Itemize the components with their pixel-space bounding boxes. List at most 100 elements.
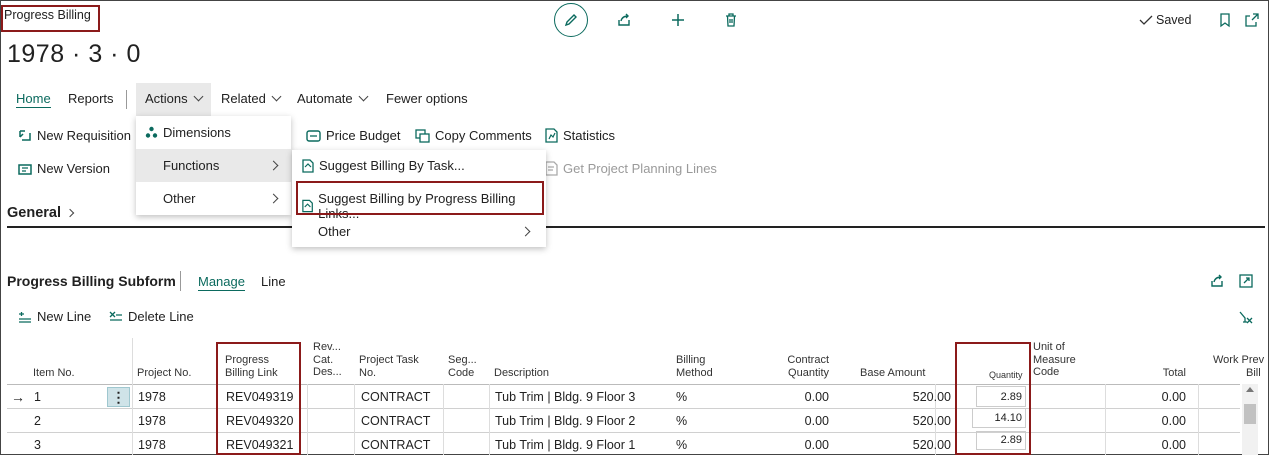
col-header-base-amount[interactable]: Base Amount bbox=[860, 367, 925, 380]
col-header-work-prev[interactable]: Work Prev Bill bbox=[1213, 354, 1269, 379]
saved-status: Saved bbox=[1139, 13, 1191, 27]
tab-home[interactable]: Home bbox=[16, 91, 51, 108]
get-planning-lines-button[interactable]: Get Project Planning Lines bbox=[545, 161, 717, 176]
scrollbar-thumb[interactable] bbox=[1244, 404, 1256, 424]
delete-line-button[interactable]: Delete Line bbox=[109, 309, 194, 324]
cell-total[interactable]: 0.00 bbox=[1130, 414, 1186, 428]
chevron-down-icon bbox=[193, 91, 204, 102]
cell-item-no[interactable]: 3 bbox=[34, 438, 41, 452]
col-header-pb-link[interactable]: Progress Billing Link bbox=[225, 354, 278, 379]
new-button[interactable] bbox=[668, 10, 688, 30]
cell-pb-link[interactable]: REV049320 bbox=[226, 414, 293, 428]
col-header-item-no[interactable]: Item No. bbox=[33, 367, 75, 380]
scroll-up-icon[interactable] bbox=[1246, 387, 1254, 392]
filter-clear-icon bbox=[1239, 311, 1253, 324]
fewer-options-button[interactable]: Fewer options bbox=[386, 91, 468, 106]
cell-contract-qty[interactable]: 0.00 bbox=[779, 438, 829, 452]
delete-button[interactable] bbox=[721, 10, 741, 30]
col-header-project-no[interactable]: Project No. bbox=[137, 367, 191, 380]
trash-icon bbox=[726, 13, 736, 27]
cell-task-no[interactable]: CONTRACT bbox=[361, 390, 430, 404]
open-new-window-button[interactable] bbox=[1242, 10, 1262, 30]
chevron-down-icon bbox=[271, 91, 282, 102]
tab-reports[interactable]: Reports bbox=[68, 91, 114, 106]
copy-comments-button[interactable]: Copy Comments bbox=[415, 128, 532, 143]
tab-automate[interactable]: Automate bbox=[297, 91, 369, 106]
col-header-description[interactable]: Description bbox=[494, 367, 549, 380]
cell-pb-link[interactable]: REV049319 bbox=[226, 390, 293, 404]
cell-billing-method[interactable]: % bbox=[676, 438, 687, 452]
tab-manage[interactable]: Manage bbox=[198, 274, 245, 291]
cell-task-no[interactable]: CONTRACT bbox=[361, 438, 430, 452]
cell-project-no[interactable]: 1978 bbox=[138, 438, 166, 452]
cell-billing-method[interactable]: % bbox=[676, 414, 687, 428]
subform-share-button[interactable] bbox=[1207, 271, 1227, 291]
statistics-label: Statistics bbox=[563, 128, 616, 143]
cell-contract-qty[interactable]: 0.00 bbox=[779, 414, 829, 428]
statistics-button[interactable]: Statistics bbox=[545, 128, 615, 143]
tab-related-label: Related bbox=[221, 91, 266, 106]
tab-related[interactable]: Related bbox=[221, 91, 282, 106]
new-requisition-button[interactable]: New Requisition bbox=[18, 128, 131, 143]
dimensions-label: Dimensions bbox=[163, 125, 231, 140]
col-header-uom[interactable]: Unit of Measure Code bbox=[1033, 341, 1076, 379]
submenu-item-other[interactable]: Other bbox=[318, 224, 531, 239]
chevron-right-icon bbox=[268, 160, 279, 171]
cell-description[interactable]: Tub Trim | Bldg. 9 Floor 3 bbox=[495, 390, 635, 404]
cell-project-no[interactable]: 1978 bbox=[138, 390, 166, 404]
checkmark-icon bbox=[1139, 15, 1153, 25]
new-line-button[interactable]: New Line bbox=[18, 309, 91, 324]
cell-base-amount[interactable]: 520.00 bbox=[860, 438, 951, 452]
col-header-billing-method[interactable]: Billing Method bbox=[676, 354, 713, 379]
col-header-seg-line1: Seg... bbox=[448, 354, 477, 366]
price-budget-button[interactable]: Price Budget bbox=[306, 128, 400, 143]
cell-quantity[interactable]: 2.89 bbox=[976, 431, 1026, 450]
cell-pb-link[interactable]: REV049321 bbox=[226, 438, 293, 452]
cell-quantity[interactable]: 2.89 bbox=[976, 386, 1026, 407]
col-divider bbox=[489, 384, 490, 455]
bookmark-button[interactable] bbox=[1215, 10, 1235, 30]
col-header-work-prev-line1: Work Prev bbox=[1213, 354, 1265, 366]
col-header-total[interactable]: Total bbox=[1160, 367, 1186, 380]
new-version-button[interactable]: New Version bbox=[18, 161, 110, 176]
col-header-rev-cat[interactable]: Rev... Cat. Des... bbox=[313, 341, 342, 379]
cell-task-no[interactable]: CONTRACT bbox=[361, 414, 430, 428]
col-header-contract-qty[interactable]: Contract Quantity bbox=[779, 354, 829, 379]
cell-quantity[interactable]: 14.10 bbox=[972, 408, 1026, 428]
subform-expand-button[interactable] bbox=[1236, 271, 1256, 291]
vertical-scrollbar[interactable] bbox=[1242, 384, 1258, 455]
edit-button[interactable] bbox=[554, 3, 588, 37]
col-header-quantity[interactable]: Quantity bbox=[989, 369, 1023, 382]
cell-contract-qty[interactable]: 0.00 bbox=[779, 390, 829, 404]
cell-total[interactable]: 0.00 bbox=[1130, 438, 1186, 452]
menu-item-suggest-by-task[interactable]: Suggest Billing By Task... bbox=[301, 158, 465, 173]
suggest-billing-icon bbox=[302, 158, 314, 173]
plus-icon bbox=[672, 14, 684, 26]
col-header-task-no[interactable]: Project Task No. bbox=[359, 354, 419, 379]
cell-billing-method[interactable]: % bbox=[676, 390, 687, 404]
row-actions-button[interactable]: ⋮ bbox=[107, 387, 130, 407]
cell-description[interactable]: Tub Trim | Bldg. 9 Floor 1 bbox=[495, 438, 635, 452]
cell-item-no[interactable]: 1 bbox=[34, 390, 41, 404]
col-header-seg-code[interactable]: Seg... Code bbox=[448, 354, 477, 379]
menu-item-dimensions[interactable]: Dimensions bbox=[145, 125, 231, 140]
cell-total[interactable]: 0.00 bbox=[1130, 390, 1186, 404]
cell-project-no[interactable]: 1978 bbox=[138, 414, 166, 428]
col-header-rev-line1: Rev... bbox=[313, 341, 341, 353]
col-header-work-prev-line2: Bill bbox=[1246, 366, 1261, 379]
menu-item-other[interactable]: Other bbox=[163, 191, 279, 206]
tab-actions[interactable]: Actions bbox=[145, 91, 204, 106]
cell-item-no[interactable]: 2 bbox=[34, 414, 41, 428]
menu-item-functions[interactable]: Functions bbox=[163, 158, 279, 173]
cell-base-amount[interactable]: 520.00 bbox=[860, 390, 951, 404]
general-section-header[interactable]: General bbox=[7, 205, 75, 221]
cell-base-amount[interactable]: 520.00 bbox=[860, 414, 951, 428]
share-button[interactable] bbox=[614, 10, 634, 30]
menu-item-suggest-by-links[interactable]: Suggest Billing by Progress Billing Link… bbox=[301, 191, 546, 221]
col-header-rev-line3: Des... bbox=[313, 366, 342, 378]
chevron-right-icon bbox=[520, 226, 531, 237]
tab-line[interactable]: Line bbox=[261, 274, 286, 289]
cell-description[interactable]: Tub Trim | Bldg. 9 Floor 2 bbox=[495, 414, 635, 428]
subform-divider bbox=[180, 271, 181, 291]
personalize-columns-button[interactable] bbox=[1236, 307, 1256, 327]
